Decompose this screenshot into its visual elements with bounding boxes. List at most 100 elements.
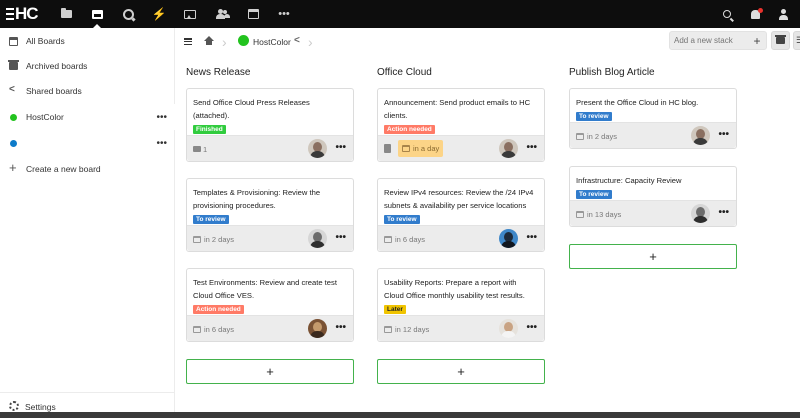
logo-bars-icon	[6, 8, 14, 20]
board-title: HostColor	[253, 37, 291, 47]
calendar-icon	[402, 145, 410, 152]
card-footer: in 6 days •••	[187, 315, 353, 341]
add-stack-button[interactable]: +	[747, 31, 767, 50]
home-icon[interactable]	[204, 36, 214, 46]
board-menu-button[interactable]: •••	[156, 138, 167, 149]
avatar[interactable]	[499, 229, 518, 248]
app-files[interactable]	[51, 0, 81, 28]
sidebar-item-all-boards[interactable]: All Boards	[0, 28, 175, 54]
avatar[interactable]	[499, 319, 518, 338]
sidebar-item-label: Shared boards	[26, 86, 82, 96]
card-footer: in 2 days •••	[187, 225, 353, 251]
card-label: To review	[193, 215, 229, 224]
due-text: in 12 days	[395, 325, 430, 334]
card-label: Action needed	[384, 125, 435, 134]
due-text: in 6 days	[204, 325, 235, 334]
app-logo[interactable]: HC	[6, 4, 46, 24]
sidebar-item-shared-boards[interactable]: Shared boards	[0, 78, 175, 104]
boards-icon	[9, 37, 18, 46]
notifications-button[interactable]	[740, 0, 770, 28]
toggle-navigation-button[interactable]	[184, 38, 192, 45]
app-more[interactable]: •••	[269, 0, 299, 28]
avatar[interactable]	[691, 126, 710, 145]
card[interactable]: Test Environments: Review and create tes…	[186, 268, 354, 342]
card-footer: in 6 days •••	[378, 225, 544, 251]
contacts-icon	[215, 9, 230, 19]
breadcrumb-separator-icon: ›	[308, 34, 313, 50]
add-card-button[interactable]: +	[186, 359, 354, 384]
card-title: Templates & Provisioning: Review the pro…	[193, 188, 321, 210]
app-deck[interactable]	[82, 0, 112, 28]
sidebar-item-board-hostcolor[interactable]: HostColor •••	[0, 104, 175, 130]
sidebar-item-create-board[interactable]: + Create a new board	[0, 156, 175, 182]
calendar-icon	[384, 326, 392, 333]
calendar-icon	[384, 236, 392, 243]
archive-icon	[8, 60, 19, 70]
board-header: › HostColor < › + ☰	[176, 28, 800, 55]
card-menu-button[interactable]: •••	[526, 322, 537, 333]
card[interactable]: Infrastructure: Capacity Review To revie…	[569, 166, 737, 227]
add-card-button[interactable]: +	[377, 359, 545, 384]
card-label: To review	[576, 112, 612, 121]
card[interactable]: Review IPv4 resources: Review the /24 IP…	[377, 178, 545, 252]
logo-text: HC	[15, 4, 39, 23]
search-icon	[723, 10, 731, 18]
card-due-date: in 2 days	[576, 132, 617, 141]
attachments-count: 1	[193, 145, 207, 154]
app-talk[interactable]	[113, 0, 143, 28]
app-calendar[interactable]	[238, 0, 268, 28]
description-icon	[384, 144, 391, 153]
card[interactable]: Announcement: Send product emails to HC …	[377, 88, 545, 162]
avatar[interactable]	[308, 229, 327, 248]
card-footer: 1 •••	[187, 135, 353, 161]
attachments-number: 1	[203, 145, 208, 154]
sidebar-item-archived-boards[interactable]: Archived boards	[0, 53, 175, 79]
app-gallery[interactable]	[175, 0, 205, 28]
card[interactable]: Templates & Provisioning: Review the pro…	[186, 178, 354, 252]
avatar[interactable]	[499, 139, 518, 158]
user-menu-button[interactable]	[768, 0, 798, 28]
stack-title: News Release	[186, 67, 251, 78]
calendar-icon	[193, 326, 201, 333]
card[interactable]: Send Office Cloud Press Releases (attach…	[186, 88, 354, 162]
card-menu-button[interactable]: •••	[718, 207, 729, 218]
show-archived-button[interactable]	[771, 31, 790, 50]
card-label: To review	[576, 190, 612, 199]
stack-title: Publish Blog Article	[569, 67, 655, 78]
avatar[interactable]	[308, 139, 327, 158]
add-card-button[interactable]: +	[569, 244, 737, 269]
sidebar-item-board-unnamed[interactable]: •••	[0, 130, 175, 156]
card-menu-button[interactable]: •••	[335, 322, 346, 333]
app-activity[interactable]: ⚡	[144, 0, 174, 28]
share-board-icon[interactable]: <	[294, 35, 300, 46]
card-title: Send Office Cloud Press Releases (attach…	[193, 98, 310, 120]
board-color-dot	[238, 35, 249, 46]
calendar-icon	[576, 133, 584, 140]
card-footer: in 2 days •••	[570, 122, 736, 148]
card-menu-button[interactable]: •••	[718, 129, 729, 140]
avatar[interactable]	[308, 319, 327, 338]
sidebar-item-label: All Boards	[26, 36, 65, 46]
filter-button[interactable]: ☰	[793, 31, 800, 50]
search-button[interactable]	[712, 0, 742, 28]
card[interactable]: Present the Office Cloud in HC blog. To …	[569, 88, 737, 149]
card[interactable]: Usability Reports: Prepare a report with…	[377, 268, 545, 342]
top-header: HC ⚡ •••	[0, 0, 800, 28]
board-menu-button[interactable]: •••	[156, 112, 167, 123]
card-menu-button[interactable]: •••	[526, 232, 537, 243]
card-menu-button[interactable]: •••	[335, 142, 346, 153]
activity-icon: ⚡	[151, 7, 167, 21]
card-menu-button[interactable]: •••	[335, 232, 346, 243]
card-title: Announcement: Send product emails to HC …	[384, 98, 531, 120]
card-menu-button[interactable]: •••	[526, 142, 537, 153]
notifications-icon	[750, 7, 763, 19]
gear-icon	[9, 401, 19, 411]
due-text: in 2 days	[587, 132, 618, 141]
app-contacts[interactable]	[207, 0, 237, 28]
sidebar-item-label: Archived boards	[26, 61, 88, 71]
avatar[interactable]	[691, 204, 710, 223]
more-apps-icon: •••	[278, 7, 290, 20]
sidebar: All Boards Archived boards Shared boards…	[0, 28, 175, 418]
stack-title: Office Cloud	[377, 67, 432, 78]
card-footer: in 13 days •••	[570, 200, 736, 226]
